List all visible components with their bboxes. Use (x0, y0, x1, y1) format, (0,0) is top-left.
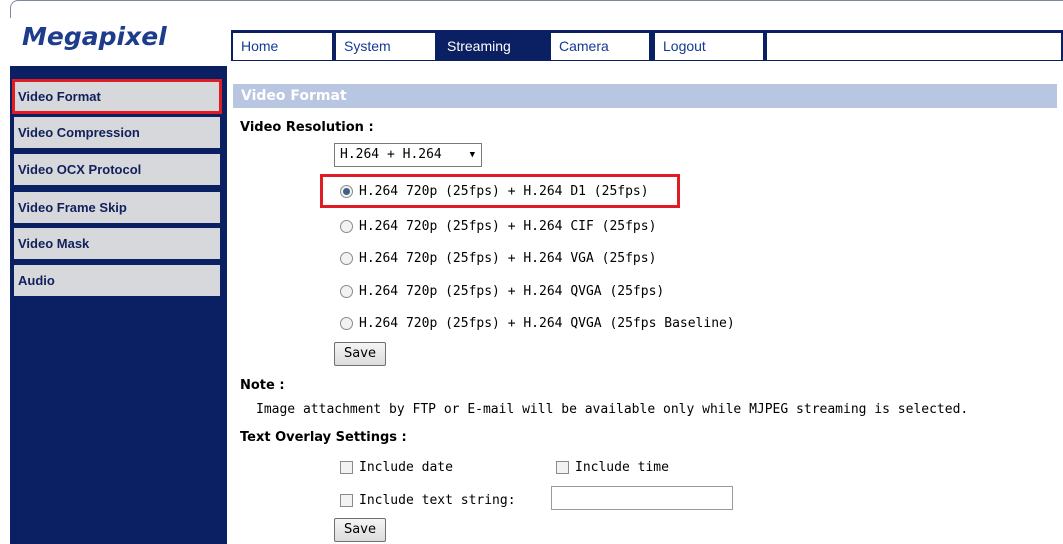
include-time-checkbox[interactable]: Include time (556, 457, 669, 477)
resolution-option-qvga[interactable]: H.264 720p (25fps) + H.264 QVGA (25fps) (340, 281, 664, 301)
resolution-option-vga[interactable]: H.264 720p (25fps) + H.264 VGA (25fps) (340, 248, 656, 268)
radio-icon[interactable] (340, 251, 353, 265)
option-label: H.264 720p (25fps) + H.264 QVGA (25fps B… (359, 315, 735, 331)
logo: Megapixel (22, 22, 167, 51)
sidebar-item-video-compression[interactable]: Video Compression (14, 117, 220, 148)
sidebar-item-video-ocx-protocol[interactable]: Video OCX Protocol (14, 154, 220, 185)
checkbox-icon[interactable] (340, 460, 353, 474)
top-nav: Home System Streaming Camera Logout (231, 30, 1063, 61)
checkbox-icon[interactable] (556, 460, 569, 474)
resolution-select-value: H.264 + H.264 (340, 147, 442, 162)
page: Megapixel Home System Streaming Camera L… (0, 0, 1063, 544)
radio-icon[interactable] (340, 219, 353, 233)
overlay-label: Text Overlay Settings : (240, 430, 407, 445)
section-title: Video Format (233, 84, 1057, 108)
save-overlay-button[interactable]: Save (334, 518, 386, 542)
save-button[interactable]: Save (334, 342, 386, 366)
nav-spacer (767, 33, 1061, 60)
text-string-input[interactable] (551, 486, 733, 510)
resolution-select[interactable]: H.264 + H.264 ▼ (334, 143, 482, 167)
include-text-label: Include text string: (359, 492, 516, 508)
nav-system[interactable]: System (336, 33, 435, 60)
nav-logout[interactable]: Logout (655, 33, 763, 60)
resolution-label: Video Resolution : (240, 120, 374, 135)
option-label: H.264 720p (25fps) + H.264 D1 (25fps) (359, 183, 649, 199)
option-label: H.264 720p (25fps) + H.264 QVGA (25fps) (359, 283, 665, 299)
note-label: Note : (240, 378, 285, 393)
chevron-down-icon: ▼ (469, 150, 475, 160)
option-label: H.264 720p (25fps) + H.264 VGA (25fps) (359, 250, 657, 266)
sidebar: Video Format Video Compression Video OCX… (10, 66, 227, 544)
sidebar-item-audio[interactable]: Audio (14, 265, 220, 296)
include-date-checkbox[interactable]: Include date (340, 457, 453, 477)
include-date-label: Include date (359, 459, 453, 475)
option-label: H.264 720p (25fps) + H.264 CIF (25fps) (359, 218, 657, 234)
nav-camera[interactable]: Camera (551, 33, 649, 60)
radio-icon[interactable] (340, 316, 353, 330)
include-text-checkbox[interactable]: Include text string: (340, 490, 516, 510)
sidebar-item-video-mask[interactable]: Video Mask (14, 228, 220, 259)
radio-checked-icon[interactable] (340, 184, 353, 198)
checkbox-icon[interactable] (340, 493, 353, 507)
resolution-option-cif[interactable]: H.264 720p (25fps) + H.264 CIF (25fps) (340, 216, 656, 236)
note-text: Image attachment by FTP or E-mail will b… (256, 402, 969, 417)
resolution-option-d1[interactable]: H.264 720p (25fps) + H.264 D1 (25fps) (340, 181, 649, 201)
nav-home[interactable]: Home (233, 33, 332, 60)
include-time-label: Include time (575, 459, 669, 475)
sidebar-item-video-frame-skip[interactable]: Video Frame Skip (14, 192, 220, 223)
sidebar-item-video-format[interactable]: Video Format (12, 79, 222, 114)
resolution-option-qvga-baseline[interactable]: H.264 720p (25fps) + H.264 QVGA (25fps B… (340, 313, 735, 333)
top-frame (10, 0, 1063, 19)
radio-icon[interactable] (340, 284, 353, 298)
nav-streaming[interactable]: Streaming (439, 33, 547, 60)
